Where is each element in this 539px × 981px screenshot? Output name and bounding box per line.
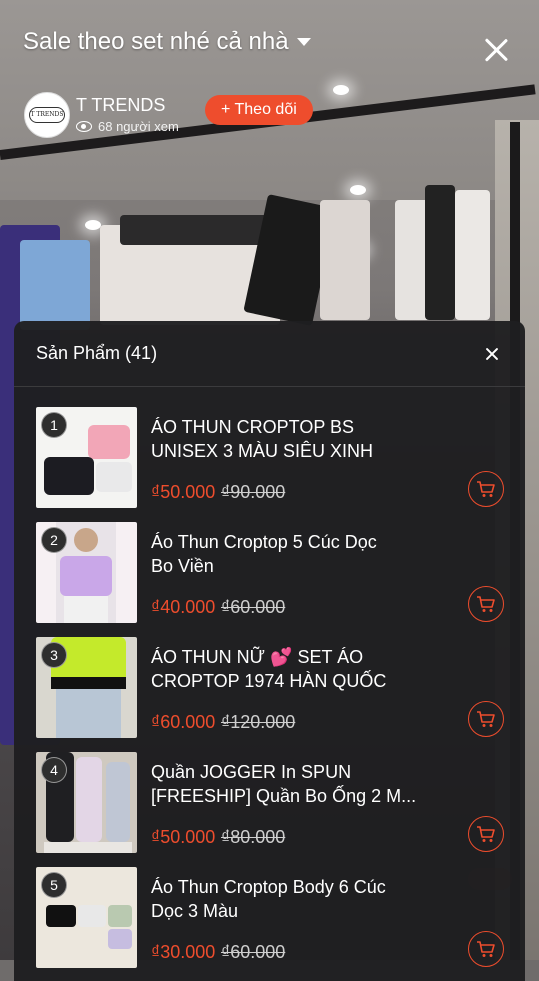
product-name-line: CROPTOP 1974 HÀN QUỐC	[151, 671, 387, 691]
shopping-cart-icon	[477, 941, 495, 957]
shop-avatar[interactable]: T TRENDS	[24, 92, 70, 138]
eye-icon	[76, 121, 92, 132]
product-name-line: Dọc 3 Màu	[151, 901, 239, 921]
product-name-line: ÁO THUN NỮ 💕 SET ÁO	[151, 647, 364, 667]
add-to-cart-button[interactable]	[468, 931, 504, 967]
add-to-cart-button[interactable]	[468, 586, 504, 622]
product-index: 5	[41, 872, 67, 898]
product-price: ₫40.000	[151, 597, 216, 617]
product-name: ÁO THUN NỮ 💕 SET ÁO CROPTOP 1974 HÀN QUỐC	[151, 645, 451, 693]
ceiling-light	[333, 85, 349, 95]
product-old-price: ₫80.000	[221, 827, 286, 847]
product-image[interactable]: 2	[36, 522, 137, 623]
product-panel-title: Sản Phẩm (41)	[36, 343, 158, 363]
product-old-price: ₫120.000	[221, 712, 296, 732]
shopping-cart-icon	[477, 826, 495, 842]
hanging-clothes	[20, 240, 90, 330]
product-image[interactable]: 1	[36, 407, 137, 508]
product-name-line: [FREESHIP] Quần Bo Ống 2 M...	[151, 786, 417, 806]
shopping-cart-icon	[477, 481, 495, 497]
close-icon[interactable]	[481, 343, 503, 365]
product-item[interactable]: 2 Áo Thun Croptop 5 Cúc Dọc Bo Viền ₫40.0…	[36, 522, 516, 624]
follow-button[interactable]: + Theo dõi	[205, 95, 313, 125]
hanging-clothes	[455, 190, 490, 320]
product-name: Áo Thun Croptop 5 Cúc Dọc Bo Viền	[151, 530, 451, 578]
caret-down-icon	[296, 38, 311, 46]
product-panel-header: Sản Phẩm (41)	[14, 321, 525, 387]
viewer-count-text: 68 người xem	[98, 119, 179, 134]
shop-name[interactable]: T TRENDS	[76, 95, 165, 116]
product-name-line: Áo Thun Croptop 5 Cúc Dọc	[151, 532, 377, 552]
product-price: ₫50.000	[151, 827, 216, 847]
product-price: ₫50.000	[151, 482, 216, 502]
add-to-cart-button[interactable]	[468, 471, 504, 507]
add-to-cart-button[interactable]	[468, 701, 504, 737]
product-item[interactable]: 5 Áo Thun Croptop Body 6 Cúc Dọc 3 Màu ₫3…	[36, 867, 516, 969]
add-to-cart-button[interactable]	[468, 816, 504, 852]
ceiling-light	[85, 220, 101, 230]
shop-logo: T TRENDS	[29, 107, 65, 123]
product-old-price: ₫90.000	[221, 482, 286, 502]
product-index: 3	[41, 642, 67, 668]
stream-title: Sale theo set nhé cả nhà	[23, 28, 289, 55]
product-name-line: Bo Viền	[151, 556, 214, 576]
shopping-cart-icon	[477, 711, 495, 727]
product-item[interactable]: 3 ÁO THUN NỮ 💕 SET ÁO CROPTOP 1974 HÀN QU…	[36, 637, 516, 739]
hanging-clothes	[425, 185, 455, 320]
product-name-line: ÁO THUN CROPTOP BS	[151, 417, 355, 437]
product-image[interactable]: 5	[36, 867, 137, 968]
ceiling-light	[350, 185, 366, 195]
product-item[interactable]: 4 Quần JOGGER In SPUN [FREESHIP] Quần Bo …	[36, 752, 516, 854]
product-name-line: Quần JOGGER In SPUN	[151, 762, 352, 782]
shopping-cart-icon	[477, 596, 495, 612]
product-name: ÁO THUN CROPTOP BS UNISEX 3 MÀU SIÊU XINH	[151, 415, 451, 463]
product-panel: Sản Phẩm (41) 1 ÁO THUN CROPTOP BS UNISEX…	[14, 321, 525, 981]
product-image[interactable]: 3	[36, 637, 137, 738]
product-name: Áo Thun Croptop Body 6 Cúc Dọc 3 Màu	[151, 875, 451, 923]
product-old-price: ₫60.000	[221, 597, 286, 617]
close-stream-icon[interactable]	[478, 32, 514, 68]
product-name-line: UNISEX 3 MÀU SIÊU XINH	[151, 441, 374, 461]
product-index: 2	[41, 527, 67, 553]
stream-title-row[interactable]: Sale theo set nhé cả nhà	[23, 28, 311, 56]
product-image[interactable]: 4	[36, 752, 137, 853]
product-item[interactable]: 1 ÁO THUN CROPTOP BS UNISEX 3 MÀU SIÊU XI…	[36, 407, 516, 509]
product-name: Quần JOGGER In SPUN [FREESHIP] Quần Bo Ốn…	[151, 760, 451, 808]
hanging-clothes	[320, 200, 370, 320]
product-index: 1	[41, 412, 67, 438]
viewer-count: 68 người xem	[76, 119, 179, 134]
product-name-line: Áo Thun Croptop Body 6 Cúc	[151, 877, 386, 897]
hanging-clothes	[120, 215, 280, 245]
product-price: ₫60.000	[151, 712, 216, 732]
product-index: 4	[41, 757, 67, 783]
